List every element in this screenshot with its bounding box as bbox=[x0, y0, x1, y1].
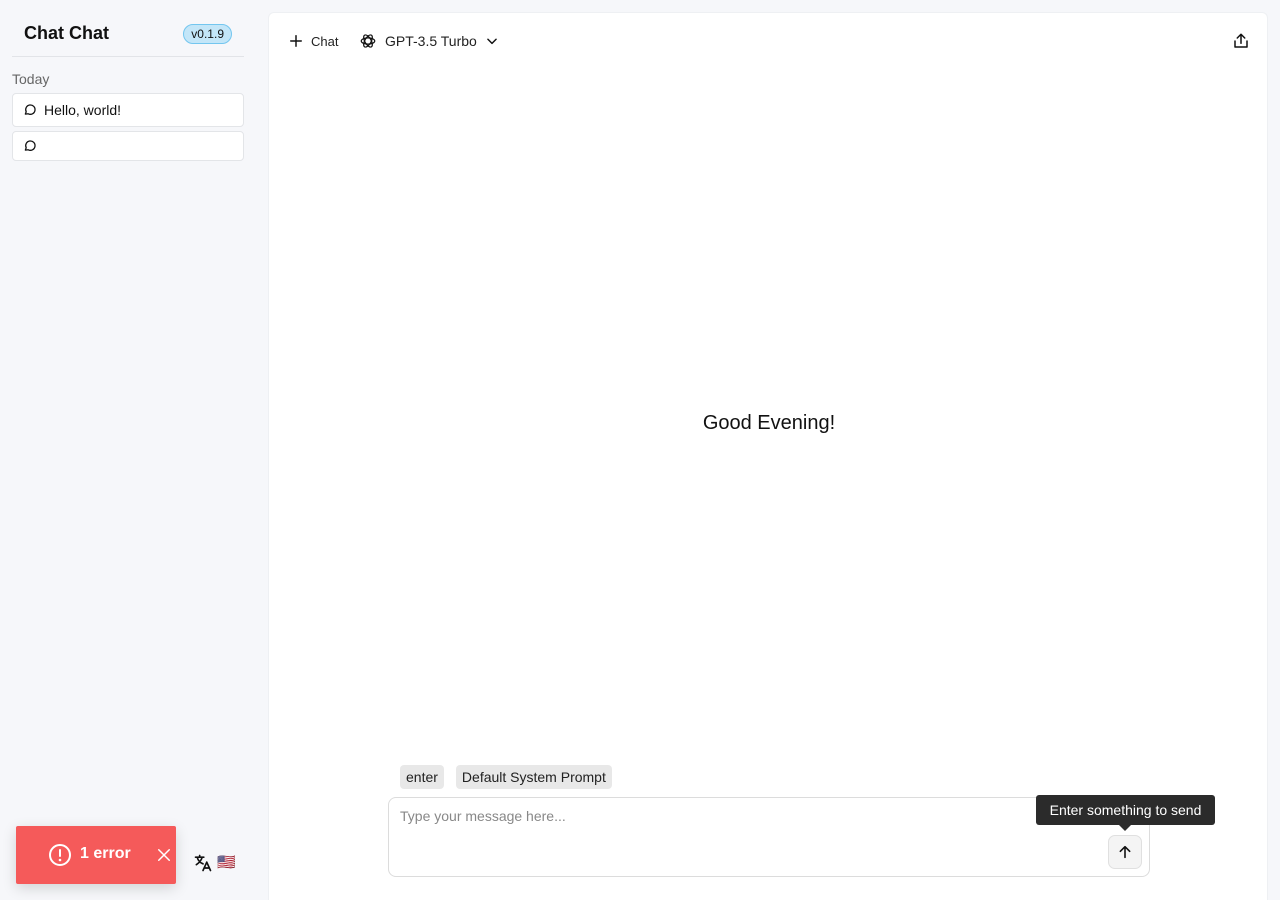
close-icon[interactable] bbox=[155, 846, 173, 864]
send-tooltip: Enter something to send bbox=[1036, 795, 1215, 831]
conversation-label: Hello, world! bbox=[44, 102, 122, 118]
prompt-chips: enter Default System Prompt bbox=[400, 765, 612, 789]
new-chat-button[interactable]: Chat bbox=[289, 30, 338, 52]
send-tooltip-text: Enter something to send bbox=[1049, 802, 1202, 818]
enter-chip[interactable]: enter bbox=[400, 765, 444, 789]
send-button[interactable] bbox=[1108, 835, 1142, 869]
conversation-item[interactable] bbox=[12, 131, 244, 161]
model-select[interactable]: GPT-3.5 Turbo bbox=[359, 30, 499, 52]
model-name: GPT-3.5 Turbo bbox=[385, 33, 477, 49]
share-icon[interactable] bbox=[1232, 32, 1250, 50]
conversation-group-label: Today bbox=[12, 71, 50, 87]
chevron-down-icon bbox=[487, 38, 497, 45]
alert-circle-icon bbox=[49, 844, 71, 866]
chat-panel: Chat GPT-3.5 Turbo Good Evening! enter D… bbox=[268, 12, 1268, 900]
message-input[interactable] bbox=[400, 808, 1100, 868]
translate-icon bbox=[194, 854, 212, 872]
conversation-item[interactable]: Hello, world! bbox=[12, 93, 244, 127]
version-badge: v0.1.9 bbox=[183, 24, 232, 44]
greeting: Good Evening! bbox=[702, 412, 836, 434]
new-chat-label: Chat bbox=[311, 33, 339, 49]
sidebar: Chat Chat v0.1.9 Today Hello, world! 🇺🇸 bbox=[0, 0, 256, 900]
message-icon bbox=[24, 140, 36, 151]
tooltip-arrow bbox=[1119, 825, 1131, 831]
error-toast[interactable]: 1 error bbox=[16, 826, 176, 884]
sidebar-header: Chat Chat v0.1.9 bbox=[12, 12, 244, 57]
language-switcher[interactable]: 🇺🇸 bbox=[193, 853, 236, 873]
error-count: 1 error bbox=[80, 845, 131, 862]
openai-icon bbox=[360, 34, 376, 48]
language-flag: 🇺🇸 bbox=[217, 854, 236, 871]
plus-icon bbox=[290, 35, 302, 47]
system-prompt-chip[interactable]: Default System Prompt bbox=[455, 765, 612, 789]
app-title: Chat Chat bbox=[24, 23, 109, 43]
message-icon bbox=[24, 104, 36, 115]
arrow-up-icon bbox=[1119, 845, 1131, 859]
